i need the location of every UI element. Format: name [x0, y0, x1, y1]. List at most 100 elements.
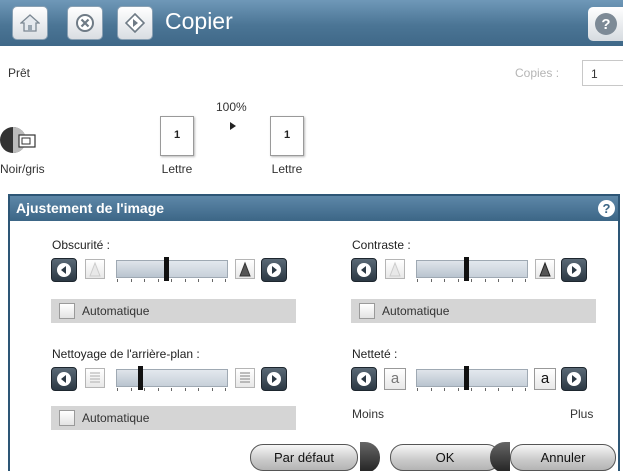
background-auto[interactable]: Automatique	[51, 406, 296, 430]
contrast-slider[interactable]	[416, 257, 528, 282]
contrast-decrease-button[interactable]	[351, 258, 377, 282]
contrast-increase-button[interactable]	[561, 258, 587, 282]
contrast-fill	[417, 261, 466, 277]
contrast-high-icon	[535, 259, 555, 279]
tick-mark	[117, 279, 118, 282]
background-label: Nettoyage de l'arrière-plan :	[52, 347, 200, 361]
help-button[interactable]: ?	[588, 7, 623, 41]
darkness-decrease-button[interactable]	[51, 258, 77, 282]
darkness-auto[interactable]: Automatique	[51, 299, 296, 323]
background-slider[interactable]	[116, 366, 228, 391]
start-icon	[125, 13, 145, 33]
sharpness-slider[interactable]	[416, 366, 528, 391]
tick-mark	[458, 388, 459, 391]
output-page: 1	[270, 116, 304, 156]
tick-mark	[171, 388, 172, 391]
darkness-light-icon	[85, 259, 105, 279]
copies-label: Copies :	[515, 66, 560, 80]
darkness-auto-checkbox[interactable]	[59, 303, 75, 319]
tick-mark	[417, 279, 418, 282]
tick-mark	[198, 279, 199, 282]
chevron-right-icon	[267, 372, 281, 386]
contrast-auto[interactable]: Automatique	[351, 299, 596, 323]
tick-mark	[485, 279, 486, 282]
darkness-thumb[interactable]	[164, 257, 169, 281]
home-button[interactable]	[12, 6, 48, 40]
tick-mark	[471, 279, 472, 282]
darkness-ticks	[117, 279, 227, 283]
tick-mark	[417, 388, 418, 391]
tick-mark	[471, 388, 472, 391]
background-ticks	[117, 388, 227, 392]
darkness-slider[interactable]	[116, 257, 228, 282]
button-divider	[490, 442, 510, 471]
sharpness-low-icon: a	[384, 368, 406, 390]
sharpness-decrease-button[interactable]	[351, 367, 377, 391]
tick-mark	[512, 279, 513, 282]
title-bar: Copier ?	[0, 0, 623, 46]
darkness-label: Obscurité :	[52, 238, 111, 252]
tick-mark	[498, 279, 499, 282]
tick-mark	[485, 388, 486, 391]
tick-mark	[158, 279, 159, 282]
stop-icon	[76, 14, 94, 32]
contrast-auto-label: Automatique	[382, 304, 450, 318]
contrast-low-icon	[385, 259, 405, 279]
background-auto-checkbox[interactable]	[59, 410, 75, 426]
sharpness-high-icon: a	[534, 368, 556, 390]
dialog-help-icon[interactable]: ?	[598, 200, 615, 217]
sharpness-min-label: Moins	[352, 407, 385, 421]
sharpness-increase-button[interactable]	[561, 367, 587, 391]
stop-button[interactable]	[67, 6, 103, 40]
background-dark-icon	[235, 368, 255, 388]
tick-mark	[431, 279, 432, 282]
contrast-auto-checkbox[interactable]	[359, 303, 375, 319]
contrast-ticks	[417, 279, 527, 283]
darkness-auto-label: Automatique	[82, 304, 150, 318]
tick-mark	[498, 388, 499, 391]
contrast-thumb[interactable]	[464, 257, 469, 281]
tick-mark	[131, 279, 132, 282]
original-page: 1	[160, 116, 194, 156]
color-mode-icon	[0, 127, 36, 153]
sharpness-ticks	[417, 388, 527, 392]
chevron-right-icon	[267, 263, 281, 277]
tick-mark	[185, 279, 186, 282]
tick-mark	[444, 279, 445, 282]
cancel-button[interactable]: Annuler	[510, 444, 616, 471]
start-button[interactable]	[117, 6, 153, 40]
sharpness-label: Netteté :	[352, 347, 398, 361]
background-light-icon	[85, 368, 105, 388]
sharpness-fill	[417, 370, 466, 386]
ok-button[interactable]: OK	[390, 444, 500, 471]
tick-mark	[212, 388, 213, 391]
arrow-right-icon	[230, 122, 236, 130]
tick-mark	[525, 388, 526, 391]
svg-text:?: ?	[601, 16, 610, 33]
default-button[interactable]: Par défaut	[250, 444, 358, 471]
background-auto-label: Automatique	[82, 411, 150, 425]
sharpness-max-label: Plus	[570, 407, 594, 421]
background-thumb[interactable]	[138, 366, 143, 390]
copies-field[interactable]: 1	[582, 60, 623, 86]
tick-mark	[225, 279, 226, 282]
background-decrease-button[interactable]	[51, 367, 77, 391]
darkness-increase-button[interactable]	[261, 258, 287, 282]
tick-mark	[144, 388, 145, 391]
app-title: Copier	[165, 8, 233, 34]
dialog-title: Ajustement de l'image	[16, 200, 165, 216]
tick-mark	[185, 388, 186, 391]
status-text: Prêt	[8, 66, 31, 80]
chevron-right-icon	[567, 263, 581, 277]
sharpness-thumb[interactable]	[464, 366, 469, 390]
tick-mark	[117, 388, 118, 391]
color-mode-label: Noir/gris	[0, 162, 45, 176]
chevron-right-icon	[567, 372, 581, 386]
chevron-left-icon	[357, 372, 371, 386]
home-icon	[20, 14, 40, 32]
chevron-left-icon	[357, 263, 371, 277]
background-increase-button[interactable]	[261, 367, 287, 391]
chevron-left-icon	[57, 263, 71, 277]
tick-mark	[525, 279, 526, 282]
background-fill	[117, 370, 140, 386]
